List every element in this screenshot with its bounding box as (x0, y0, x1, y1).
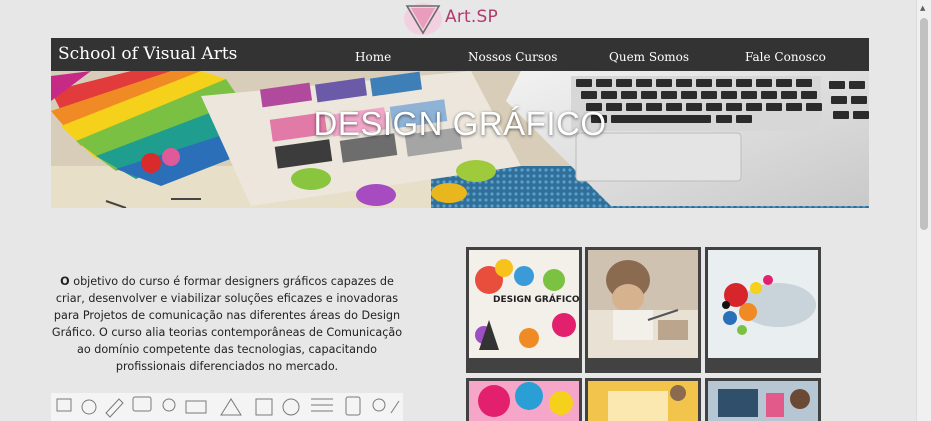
vertical-scrollbar[interactable]: ▲ (916, 0, 931, 421)
thumb-image (469, 381, 579, 421)
description-lead: O (60, 275, 70, 288)
hero-banner: DESIGN GRÁFICO (51, 71, 869, 208)
thumb-image (708, 381, 818, 421)
thumb-image: DESIGN GRÁFICO (469, 250, 579, 358)
gallery-thumb-workshop[interactable] (585, 247, 701, 373)
nav-home[interactable]: Home (355, 50, 391, 64)
thumb-image (708, 250, 818, 358)
thumb-image (588, 250, 698, 358)
scrollbar-thumb[interactable] (920, 18, 928, 230)
nav-quem-somos[interactable]: Quem Somos (609, 50, 689, 64)
gallery-thumb-colorful-art[interactable] (466, 378, 582, 421)
hero-title: DESIGN GRÁFICO (313, 105, 607, 142)
gallery-thumb-studio[interactable] (705, 378, 821, 421)
nav-fale-conosco[interactable]: Fale Conosco (745, 50, 826, 64)
gallery-thumb-drawing[interactable] (585, 378, 701, 421)
top-navbar: School of Visual Arts Home Nossos Cursos… (51, 38, 869, 71)
thumb-caption: DESIGN GRÁFICO (493, 293, 579, 305)
logo-text: Art.SP (445, 7, 498, 27)
thumb-image (588, 381, 698, 421)
scroll-up-arrow-icon[interactable]: ▲ (920, 4, 925, 12)
site-logo[interactable]: Art.SP (403, 2, 523, 36)
nav-nossos-cursos[interactable]: Nossos Cursos (468, 50, 557, 64)
gallery-thumb-color-splash[interactable] (705, 247, 821, 373)
brand-title[interactable]: School of Visual Arts (58, 44, 237, 64)
course-description: O objetivo do curso é formar designers g… (51, 273, 403, 375)
description-body: objetivo do curso é formar designers grá… (51, 275, 403, 373)
doodle-banner-image (51, 393, 403, 421)
logo-triangle-icon (404, 3, 442, 35)
gallery-thumb-design-grafico[interactable]: DESIGN GRÁFICO (466, 247, 582, 373)
